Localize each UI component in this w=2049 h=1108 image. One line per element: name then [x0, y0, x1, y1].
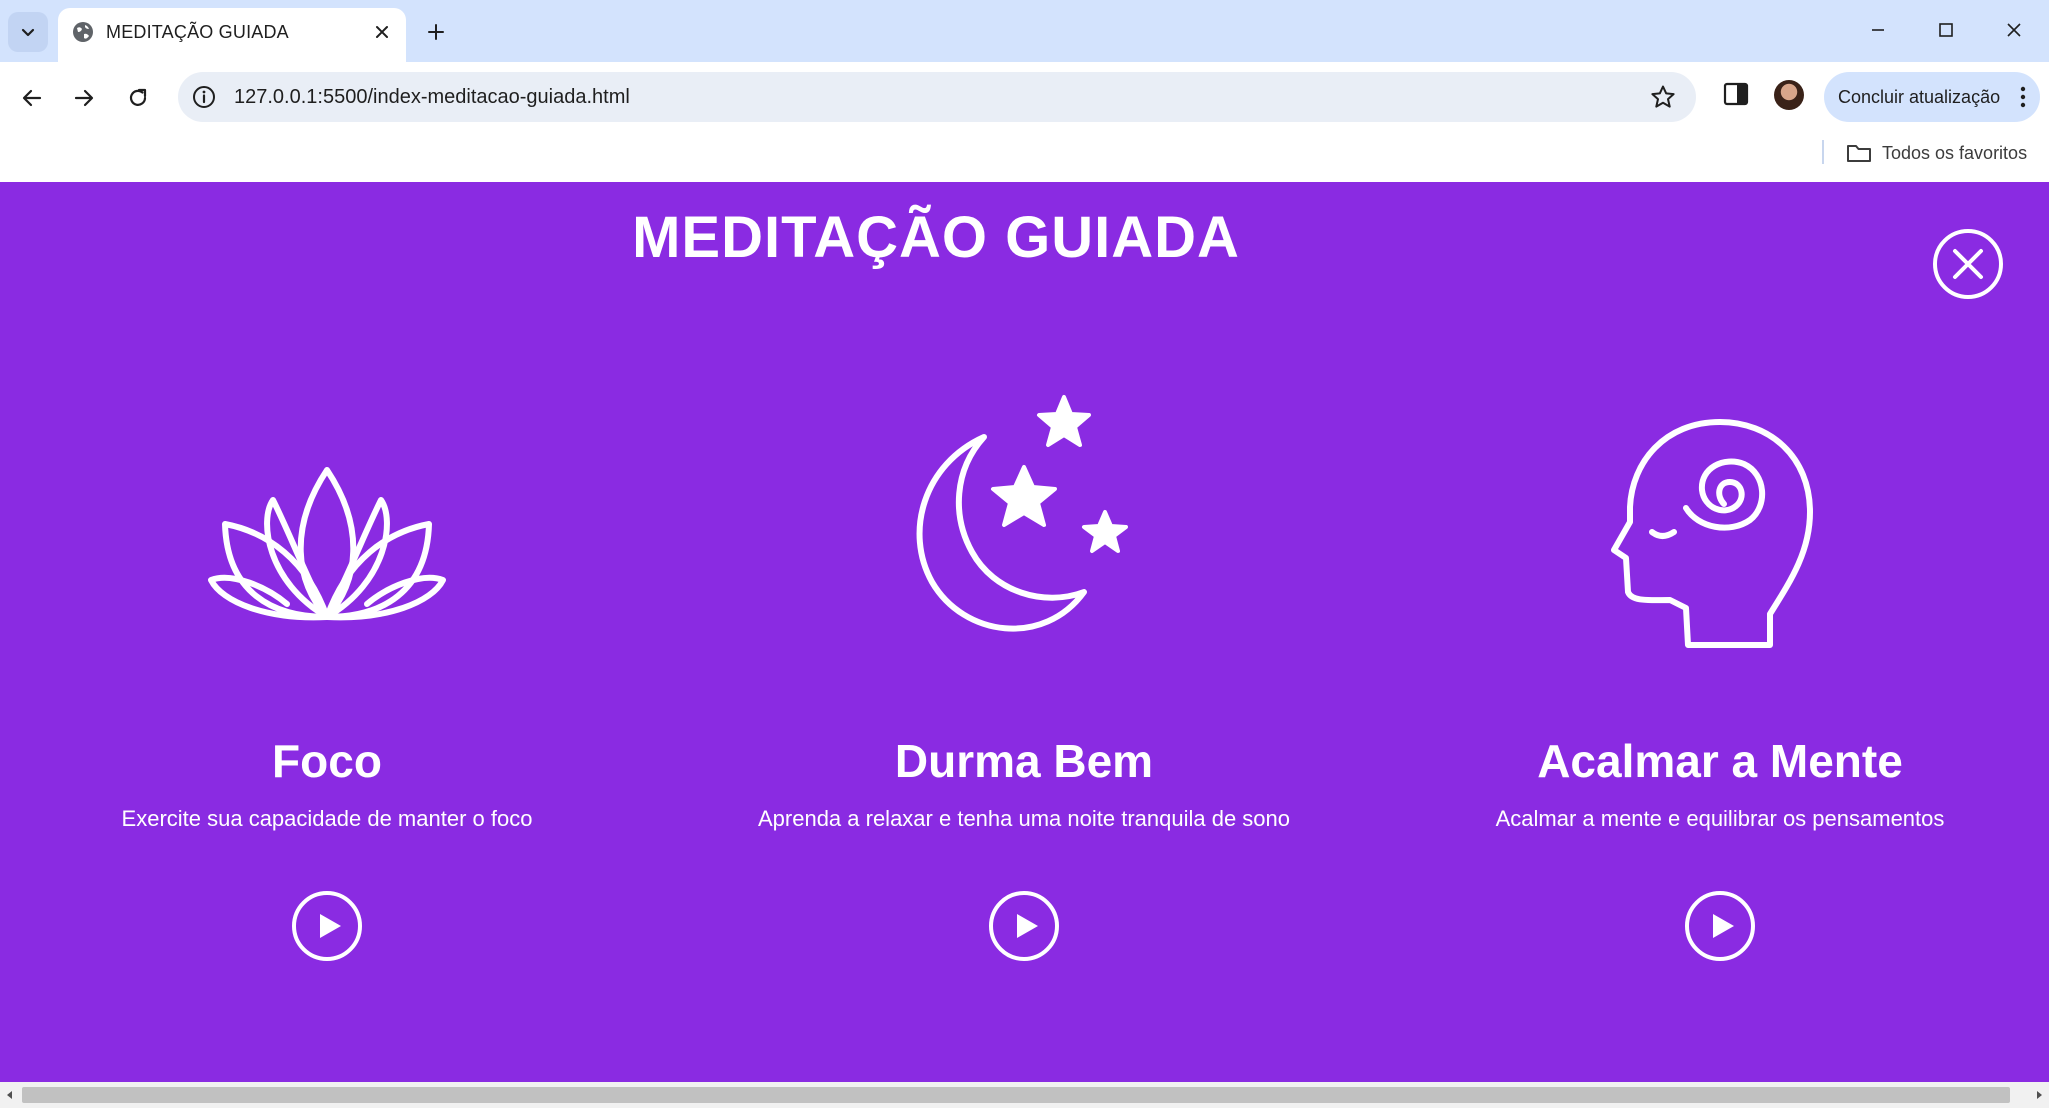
tab-search-button[interactable] — [8, 12, 48, 52]
scrollbar-thumb[interactable] — [22, 1087, 2010, 1103]
window-close-button[interactable] — [1996, 12, 2032, 48]
bookmarks-divider — [1822, 140, 1824, 164]
card-illustration — [674, 392, 1374, 662]
card-description: Acalmar a mente e equilibrar os pensamen… — [1495, 806, 1945, 831]
lotus-icon — [208, 467, 446, 621]
tab-strip: MEDITAÇÃO GUIADA — [0, 0, 2049, 62]
new-tab-button[interactable] — [418, 14, 454, 50]
maximize-button[interactable] — [1928, 12, 1964, 48]
browser-toolbar: 127.0.0.1:5500/index-meditacao-guiada.ht… — [0, 62, 2049, 130]
minimize-icon — [1872, 29, 1884, 31]
play-button[interactable] — [988, 890, 1060, 962]
card-acalmar-a-mente: Acalmar a Mente Acalmar a mente e equili… — [1370, 182, 2049, 1082]
arrow-right-icon — [74, 89, 94, 107]
star-icon[interactable] — [1650, 84, 1676, 110]
card-illustration — [1370, 392, 2049, 662]
tab-close-button[interactable] — [368, 18, 396, 46]
card-title: Foco — [272, 735, 382, 787]
close-icon — [2007, 23, 2021, 37]
card-title: Acalmar a Mente — [1537, 735, 1903, 787]
forward-button[interactable] — [64, 78, 104, 118]
meditation-page: MEDITAÇÃO GUIADA Foco Exercite sua capac… — [0, 182, 2049, 1082]
url-text[interactable]: 127.0.0.1:5500/index-meditacao-guiada.ht… — [234, 86, 630, 109]
card-description: Aprenda a relaxar e tenha uma noite tran… — [757, 806, 1291, 831]
card-illustration — [0, 392, 677, 662]
more-vertical-icon — [2020, 86, 2026, 108]
profile-avatar[interactable] — [1774, 80, 1804, 110]
browser-tab[interactable]: MEDITAÇÃO GUIADA — [58, 8, 406, 62]
spiral-head-icon — [1611, 419, 1813, 648]
close-icon — [376, 26, 388, 38]
card-durma-bem: Durma Bem Aprenda a relaxar e tenha uma … — [674, 182, 1374, 1082]
maximize-icon — [1939, 23, 1953, 37]
back-button[interactable] — [12, 78, 52, 118]
reload-icon — [129, 88, 147, 106]
side-panel-icon[interactable] — [1722, 80, 1750, 108]
folder-icon — [1847, 145, 1871, 162]
play-button[interactable] — [1684, 890, 1756, 962]
card-title: Durma Bem — [894, 735, 1154, 787]
update-button-label: Concluir atualização — [1838, 87, 2001, 107]
moon-stars-icon — [916, 395, 1128, 632]
arrow-left-icon — [22, 89, 42, 107]
chevron-down-icon — [21, 28, 35, 37]
horizontal-scrollbar[interactable] — [0, 1082, 2049, 1108]
tab-title: MEDITAÇÃO GUIADA — [106, 22, 289, 42]
card-description: Exercite sua capacidade de manter o foco — [121, 806, 533, 831]
scroll-right-arrow-icon[interactable] — [2033, 1089, 2045, 1101]
globe-icon — [73, 22, 93, 42]
plus-icon — [428, 24, 444, 40]
card-foco: Foco Exercite sua capacidade de manter o… — [0, 182, 677, 1082]
all-bookmarks-label: Todos os favoritos — [1882, 142, 2028, 163]
minimize-button[interactable] — [1860, 12, 1896, 48]
bookmarks-bar: Todos os favoritos — [0, 130, 2049, 182]
address-bar[interactable]: 127.0.0.1:5500/index-meditacao-guiada.ht… — [178, 72, 1696, 122]
reload-button[interactable] — [118, 78, 158, 118]
all-bookmarks-folder[interactable]: Todos os favoritos — [1846, 138, 2027, 168]
site-info-icon[interactable] — [192, 85, 216, 109]
scroll-left-arrow-icon[interactable] — [4, 1089, 16, 1101]
play-button[interactable] — [291, 890, 363, 962]
update-button[interactable]: Concluir atualização — [1824, 72, 2040, 122]
